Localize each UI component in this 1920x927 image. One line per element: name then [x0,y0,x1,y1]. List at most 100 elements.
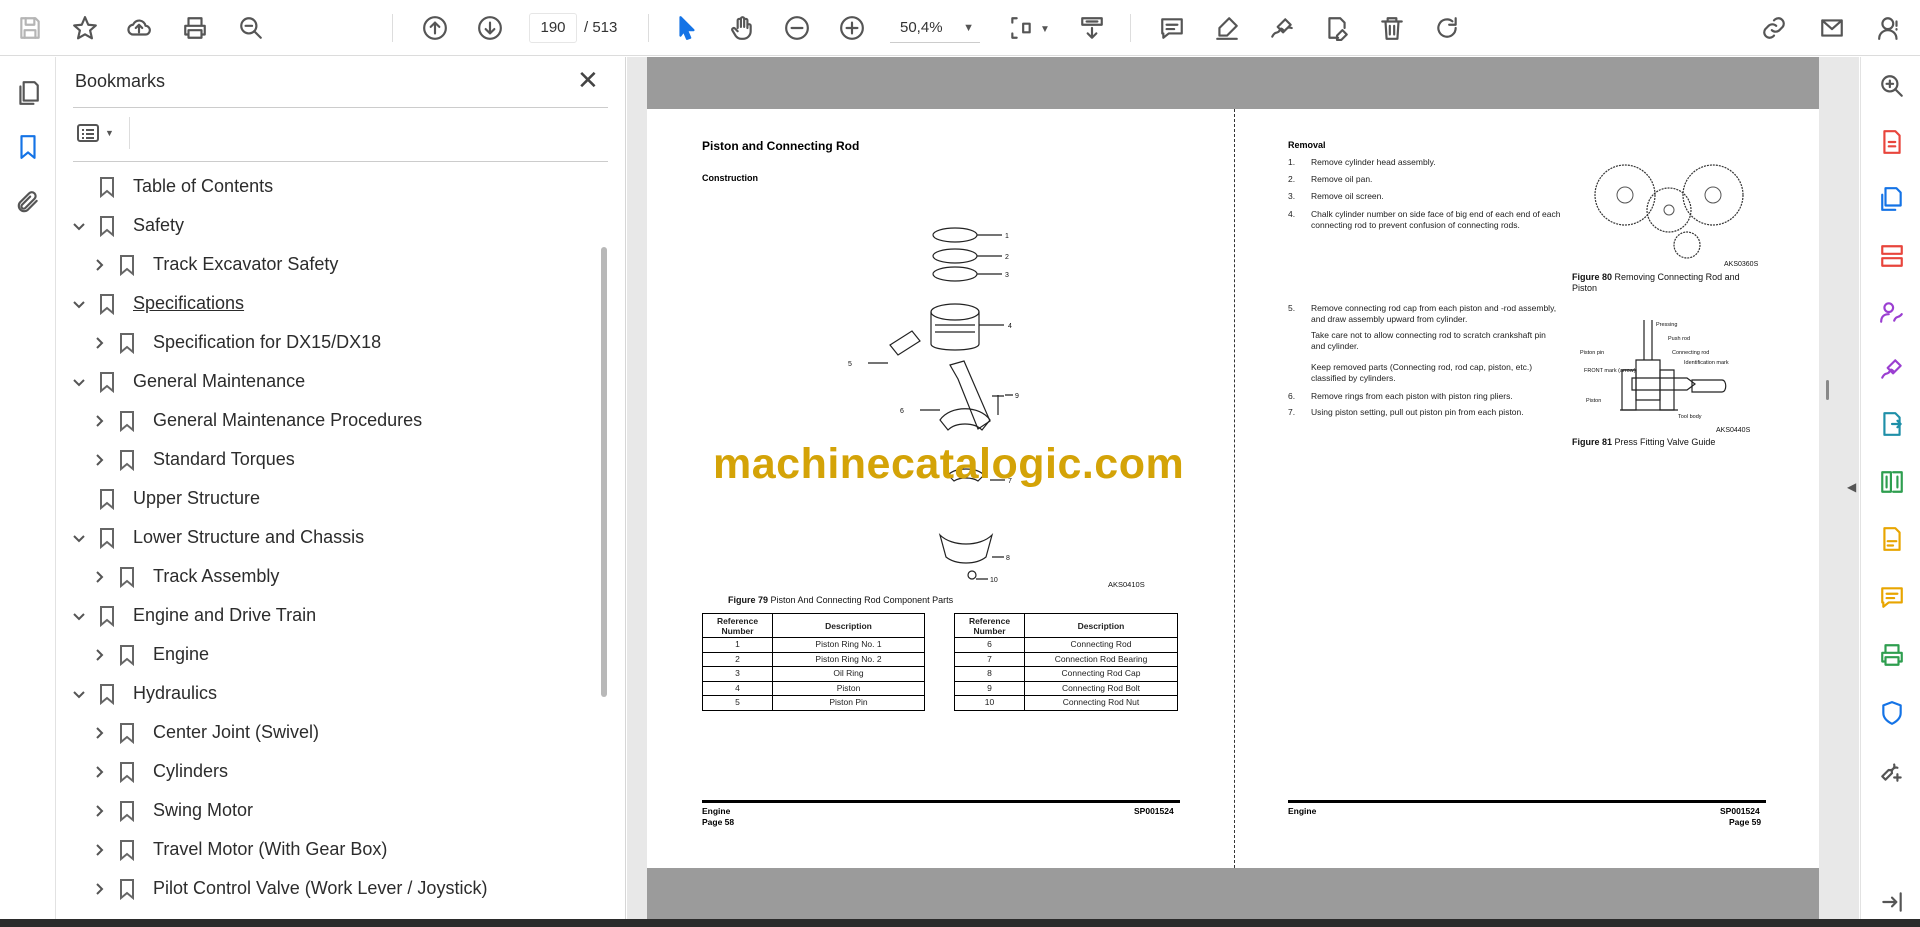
export-icon[interactable] [1877,409,1907,439]
page-up-icon[interactable] [418,11,452,45]
chevron-down-icon[interactable] [69,606,89,626]
bookmark-item[interactable]: General Maintenance Procedures [89,401,422,440]
bookmark-item[interactable]: Upper Structure [69,479,260,518]
page-gap-bottom [647,868,1819,919]
reference-table-left: Reference Number Description 1 Piston Ring… [702,613,925,711]
organize-pages-icon[interactable] [1877,241,1907,271]
chevron-down-icon[interactable] [69,216,89,236]
bookmark-item[interactable]: Center Joint (Swivel) [89,713,319,752]
more-tools-icon[interactable] [1877,756,1907,786]
bookmark-item[interactable]: General Maintenance [69,362,305,401]
account-icon[interactable] [1873,11,1907,45]
sign-icon[interactable] [1265,11,1299,45]
edit-icon[interactable] [1320,11,1354,45]
upload-icon[interactable] [122,11,156,45]
chevron-right-icon[interactable] [89,255,109,275]
scroll-mode-icon[interactable] [1075,11,1109,45]
bookmark-item[interactable]: Table of Contents [69,167,273,206]
chevron-down-icon[interactable] [69,294,89,314]
request-signature-icon[interactable] [1877,297,1907,327]
resize-handle[interactable] [1826,380,1829,400]
print-production-icon[interactable] [1877,640,1907,670]
chevron-right-icon[interactable] [89,411,109,431]
callout-6: 6 [900,408,904,415]
panel-scrollbar[interactable] [601,247,607,697]
bookmark-label: Specification for DX15/DX18 [153,332,382,352]
step-text: Keep removed parts (Connecting rod, rod … [1311,362,1533,383]
bookmark-label: Swing Motor [153,800,254,820]
bookmark-icon [99,527,119,549]
chevron-right-icon[interactable] [89,762,109,782]
bookmark-item[interactable]: Cylinders [89,752,228,791]
chevron-right-icon[interactable] [89,450,109,470]
save-icon[interactable] [13,11,47,45]
bookmark-label: General Maintenance [133,371,306,391]
bookmark-item[interactable]: Safety [69,206,184,245]
hand-icon[interactable] [725,11,759,45]
zoom-select[interactable]: 50,4% ▼ [890,13,980,43]
bookmark-item[interactable]: Specifications [69,284,244,323]
bookmark-label: Upper Structure [133,488,261,508]
tools-rail [1860,57,1920,919]
bookmark-item[interactable]: Pilot Control Valve (Work Lever / Joysti… [89,869,487,908]
star-icon[interactable] [68,11,102,45]
chevron-right-icon[interactable] [89,645,109,665]
bookmark-item[interactable]: Track Assembly [89,557,279,596]
zoom-search-icon[interactable] [234,11,268,45]
step-number: 3. [1288,191,1296,201]
bookmark-item[interactable]: Swing Motor [89,791,253,830]
bookmark-item[interactable]: Specification for DX15/DX18 [89,323,381,362]
bookmark-options-button[interactable]: ▼ [75,119,121,147]
mail-icon[interactable] [1815,11,1849,45]
bookmark-item[interactable]: Lower Structure and Chassis [69,518,364,557]
protect-icon[interactable] [1877,698,1907,728]
bookmark-item[interactable]: Standard Torques [89,440,295,479]
label-front-mark: FRONT mark (arrow) [1584,368,1636,374]
bookmark-item[interactable]: Engine [89,635,209,674]
attachments-icon[interactable] [10,184,46,220]
chevron-right-icon[interactable] [89,801,109,821]
chevron-right-icon[interactable] [89,567,109,587]
chevron-down-icon[interactable] [69,684,89,704]
page-number-input[interactable]: 190 [529,13,577,43]
comment-icon[interactable] [1155,11,1189,45]
zoom-out-icon[interactable] [780,11,814,45]
chevron-right-icon[interactable] [89,879,109,899]
chevron-down-icon[interactable] [69,528,89,548]
bookmark-item[interactable]: Travel Motor (With Gear Box) [89,830,387,869]
chevron-right-icon[interactable] [89,723,109,743]
export-pdf-icon[interactable] [1877,127,1907,157]
step-text: Remove oil screen. [1311,191,1384,201]
fit-page-chevron-icon[interactable]: ▼ [1040,24,1050,35]
collapse-panel-right-icon[interactable]: ◀ [1847,480,1856,494]
bookmarks-icon[interactable] [10,129,46,165]
link-icon[interactable] [1757,11,1791,45]
step-number: 5. [1288,303,1296,313]
print-icon[interactable] [178,11,212,45]
scan-icon[interactable] [1877,524,1907,554]
select-cursor-icon[interactable] [670,11,704,45]
fill-sign-icon[interactable] [1877,354,1907,384]
page-thumbnails-icon[interactable] [10,75,46,111]
zoom-search-icon[interactable] [1877,71,1907,101]
close-icon[interactable]: ✕ [577,67,599,93]
step-number: 1. [1288,157,1296,167]
comment-icon[interactable] [1877,582,1907,612]
bookmark-label: Standard Torques [153,449,295,469]
zoom-in-icon[interactable] [835,11,869,45]
compare-icon[interactable] [1877,467,1907,497]
bookmark-item[interactable]: Hydraulics [69,674,217,713]
chevron-down-icon[interactable] [69,372,89,392]
rotate-icon[interactable] [1430,11,1464,45]
delete-icon[interactable] [1375,11,1409,45]
collapse-rail-icon[interactable] [1877,887,1907,917]
chevron-right-icon[interactable] [89,840,109,860]
highlight-icon[interactable] [1210,11,1244,45]
fit-page-icon[interactable] [1004,11,1038,45]
page-down-icon[interactable] [473,11,507,45]
bookmark-item[interactable]: Engine and Drive Train [69,596,316,635]
create-pdf-icon[interactable] [1877,184,1907,214]
bookmark-item[interactable]: Track Excavator Safety [89,245,338,284]
figure-81-text: Press Fitting Valve Guide [1614,437,1716,447]
chevron-right-icon[interactable] [89,333,109,353]
